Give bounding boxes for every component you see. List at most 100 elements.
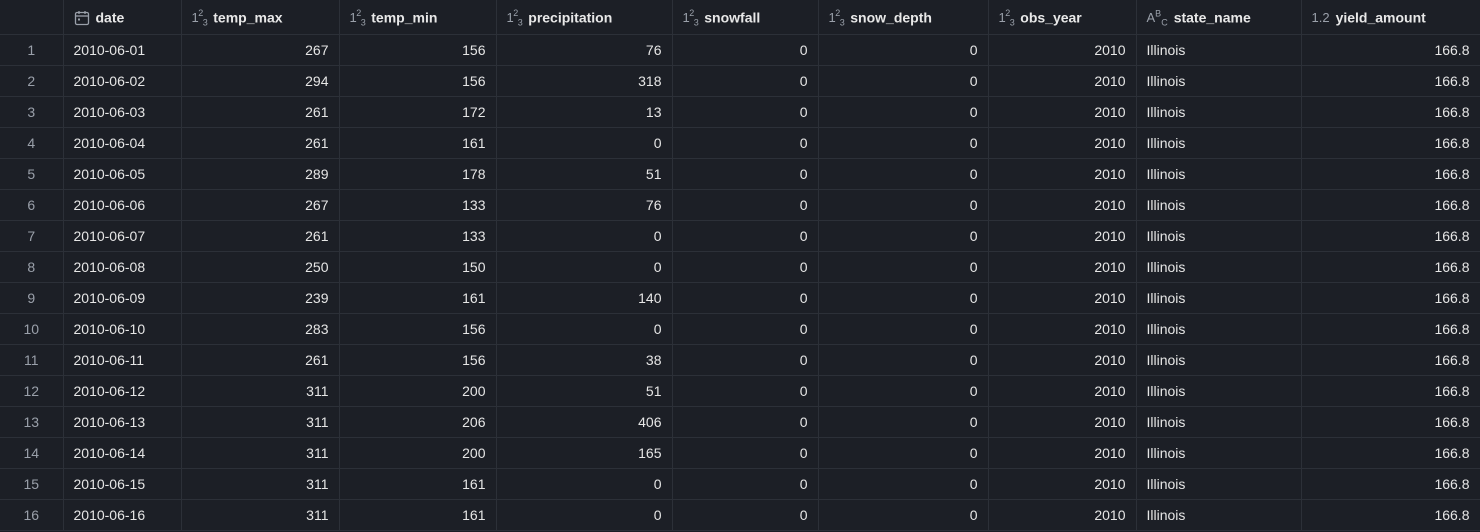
cell-state-name[interactable]: Illinois — [1136, 344, 1302, 376]
cell-yield-amount[interactable]: 166.8 — [1301, 158, 1480, 190]
cell-state-name[interactable]: Illinois — [1136, 65, 1302, 97]
cell-snowfall[interactable]: 0 — [672, 282, 819, 314]
cell-precipitation[interactable]: 0 — [496, 468, 673, 500]
cell-state-name[interactable]: Illinois — [1136, 220, 1302, 252]
cell-state-name[interactable]: Illinois — [1136, 437, 1302, 469]
cell-snowfall[interactable]: 0 — [672, 65, 819, 97]
cell-temp-max[interactable]: 267 — [181, 34, 340, 66]
table-row[interactable]: 16 2010-06-16 311 161 0 0 0 2010 Illinois 166.8 — [0, 499, 1480, 531]
cell-yield-amount[interactable]: 166.8 — [1301, 375, 1480, 407]
table-row[interactable]: 5 2010-06-05 289 178 51 0 0 2010 Illinois 166.8 — [0, 158, 1480, 190]
cell-yield-amount[interactable]: 166.8 — [1301, 96, 1480, 128]
cell-temp-min[interactable]: 200 — [339, 375, 497, 407]
cell-precipitation[interactable]: 0 — [496, 220, 673, 252]
row-index[interactable]: 1 — [0, 34, 64, 66]
cell-snow-depth[interactable]: 0 — [818, 127, 989, 159]
cell-snowfall[interactable]: 0 — [672, 96, 819, 128]
row-index[interactable]: 8 — [0, 251, 64, 283]
cell-temp-max[interactable]: 311 — [181, 468, 340, 500]
cell-yield-amount[interactable]: 166.8 — [1301, 34, 1480, 66]
cell-temp-max[interactable]: 267 — [181, 189, 340, 221]
row-index[interactable]: 13 — [0, 406, 64, 438]
cell-snow-depth[interactable]: 0 — [818, 189, 989, 221]
table-row[interactable]: 10 2010-06-10 283 156 0 0 0 2010 Illinois 166.8 — [0, 313, 1480, 345]
cell-snow-depth[interactable]: 0 — [818, 499, 989, 531]
cell-temp-max[interactable]: 261 — [181, 96, 340, 128]
cell-precipitation[interactable]: 318 — [496, 65, 673, 97]
cell-obs-year[interactable]: 2010 — [988, 34, 1137, 66]
cell-snow-depth[interactable]: 0 — [818, 96, 989, 128]
table-row[interactable]: 15 2010-06-15 311 161 0 0 0 2010 Illinois 166.8 — [0, 468, 1480, 500]
column-header-snow-depth[interactable]: 123 snow_depth — [818, 0, 989, 35]
cell-obs-year[interactable]: 2010 — [988, 251, 1137, 283]
column-header-precipitation[interactable]: 123 precipitation — [496, 0, 673, 35]
cell-date[interactable]: 2010-06-12 — [63, 375, 182, 407]
cell-temp-max[interactable]: 261 — [181, 127, 340, 159]
cell-state-name[interactable]: Illinois — [1136, 251, 1302, 283]
row-index[interactable]: 2 — [0, 65, 64, 97]
cell-state-name[interactable]: Illinois — [1136, 499, 1302, 531]
cell-date[interactable]: 2010-06-16 — [63, 499, 182, 531]
cell-state-name[interactable]: Illinois — [1136, 406, 1302, 438]
cell-temp-max[interactable]: 311 — [181, 437, 340, 469]
cell-snowfall[interactable]: 0 — [672, 313, 819, 345]
column-header-state-name[interactable]: ABC state_name — [1136, 0, 1302, 35]
cell-precipitation[interactable]: 0 — [496, 499, 673, 531]
cell-yield-amount[interactable]: 166.8 — [1301, 189, 1480, 221]
cell-snowfall[interactable]: 0 — [672, 437, 819, 469]
table-row[interactable]: 9 2010-06-09 239 161 140 0 0 2010 Illinois 166.8 — [0, 282, 1480, 314]
column-header-temp-min[interactable]: 123 temp_min — [339, 0, 497, 35]
cell-snowfall[interactable]: 0 — [672, 127, 819, 159]
cell-temp-min[interactable]: 156 — [339, 313, 497, 345]
cell-precipitation[interactable]: 76 — [496, 189, 673, 221]
row-index[interactable]: 14 — [0, 437, 64, 469]
cell-precipitation[interactable]: 406 — [496, 406, 673, 438]
cell-yield-amount[interactable]: 166.8 — [1301, 406, 1480, 438]
row-index[interactable]: 16 — [0, 499, 64, 531]
column-header-temp-max[interactable]: 123 temp_max — [181, 0, 340, 35]
cell-snow-depth[interactable]: 0 — [818, 251, 989, 283]
row-index[interactable]: 10 — [0, 313, 64, 345]
cell-snow-depth[interactable]: 0 — [818, 282, 989, 314]
cell-temp-min[interactable]: 156 — [339, 344, 497, 376]
cell-obs-year[interactable]: 2010 — [988, 437, 1137, 469]
cell-obs-year[interactable]: 2010 — [988, 375, 1137, 407]
cell-snow-depth[interactable]: 0 — [818, 65, 989, 97]
cell-date[interactable]: 2010-06-10 — [63, 313, 182, 345]
cell-snow-depth[interactable]: 0 — [818, 34, 989, 66]
cell-date[interactable]: 2010-06-05 — [63, 158, 182, 190]
cell-temp-min[interactable]: 161 — [339, 282, 497, 314]
cell-state-name[interactable]: Illinois — [1136, 468, 1302, 500]
cell-temp-max[interactable]: 311 — [181, 406, 340, 438]
table-row[interactable]: 3 2010-06-03 261 172 13 0 0 2010 Illinois 166.8 — [0, 96, 1480, 128]
cell-temp-min[interactable]: 156 — [339, 34, 497, 66]
cell-date[interactable]: 2010-06-01 — [63, 34, 182, 66]
cell-yield-amount[interactable]: 166.8 — [1301, 282, 1480, 314]
cell-yield-amount[interactable]: 166.8 — [1301, 220, 1480, 252]
cell-date[interactable]: 2010-06-13 — [63, 406, 182, 438]
cell-precipitation[interactable]: 0 — [496, 313, 673, 345]
row-index[interactable]: 4 — [0, 127, 64, 159]
cell-yield-amount[interactable]: 166.8 — [1301, 344, 1480, 376]
cell-yield-amount[interactable]: 166.8 — [1301, 313, 1480, 345]
column-header-date[interactable]: date — [63, 0, 182, 35]
row-index[interactable]: 5 — [0, 158, 64, 190]
cell-date[interactable]: 2010-06-06 — [63, 189, 182, 221]
cell-date[interactable]: 2010-06-04 — [63, 127, 182, 159]
cell-temp-max[interactable]: 294 — [181, 65, 340, 97]
cell-snowfall[interactable]: 0 — [672, 34, 819, 66]
cell-state-name[interactable]: Illinois — [1136, 375, 1302, 407]
cell-state-name[interactable]: Illinois — [1136, 96, 1302, 128]
table-row[interactable]: 12 2010-06-12 311 200 51 0 0 2010 Illinois 166.8 — [0, 375, 1480, 407]
cell-yield-amount[interactable]: 166.8 — [1301, 65, 1480, 97]
row-index[interactable]: 6 — [0, 189, 64, 221]
table-row[interactable]: 13 2010-06-13 311 206 406 0 0 2010 Illinois 166.8 — [0, 406, 1480, 438]
cell-temp-min[interactable]: 133 — [339, 220, 497, 252]
table-row[interactable]: 8 2010-06-08 250 150 0 0 0 2010 Illinois 166.8 — [0, 251, 1480, 283]
cell-precipitation[interactable]: 13 — [496, 96, 673, 128]
table-row[interactable]: 2 2010-06-02 294 156 318 0 0 2010 Illinois 166.8 — [0, 65, 1480, 97]
cell-temp-max[interactable]: 261 — [181, 344, 340, 376]
cell-state-name[interactable]: Illinois — [1136, 313, 1302, 345]
row-index-header[interactable] — [0, 0, 64, 35]
cell-state-name[interactable]: Illinois — [1136, 282, 1302, 314]
